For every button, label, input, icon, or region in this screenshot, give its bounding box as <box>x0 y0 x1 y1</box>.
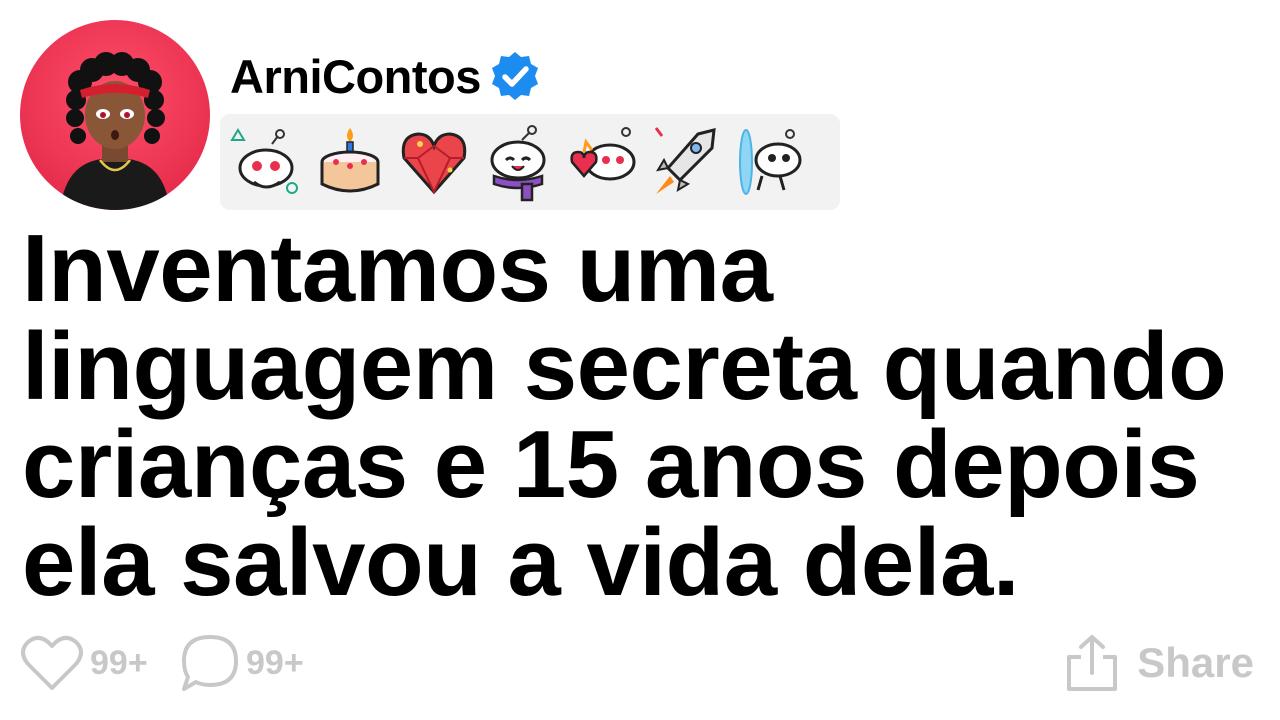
post-title: Inventamos uma linguagem secreta quando … <box>22 220 1272 612</box>
snoo-portal-badge-icon[interactable] <box>734 122 806 202</box>
avatar-character-image <box>60 52 170 210</box>
username-row: ArniContos <box>230 48 541 104</box>
snoo-heart-badge-icon[interactable] <box>566 122 638 202</box>
avatar[interactable] <box>20 20 210 210</box>
post-title-line: Inventamos uma <box>22 215 773 322</box>
comment-count: 99+ <box>246 643 304 682</box>
share-button[interactable]: Share <box>1065 630 1254 696</box>
post-title-line: linguagem secreta quando <box>22 313 1227 420</box>
share-label: Share <box>1137 639 1254 686</box>
birthday-cake-badge-icon[interactable] <box>314 122 386 202</box>
share-icon <box>1067 635 1118 691</box>
like-button[interactable]: 99+ <box>20 630 148 696</box>
rocket-badge-icon[interactable] <box>650 122 722 202</box>
heart-icon <box>21 635 83 690</box>
comment-bubble-icon <box>182 635 238 691</box>
post-title-line: ela salvou a vida dela. <box>22 509 1020 616</box>
snoo-shapes-badge-icon[interactable] <box>230 122 302 202</box>
achievement-badges <box>220 114 840 210</box>
post-title-line: crianças e 15 anos depois <box>22 411 1200 518</box>
username[interactable]: ArniContos <box>230 53 481 100</box>
crystal-heart-badge-icon[interactable] <box>398 122 470 202</box>
like-count: 99+ <box>90 643 148 682</box>
comment-button[interactable]: 99+ <box>180 630 304 696</box>
post-actions: 99+ 99+ Share <box>20 630 1260 700</box>
verified-check-icon <box>491 52 538 100</box>
snoo-scarf-badge-icon[interactable] <box>482 122 554 202</box>
